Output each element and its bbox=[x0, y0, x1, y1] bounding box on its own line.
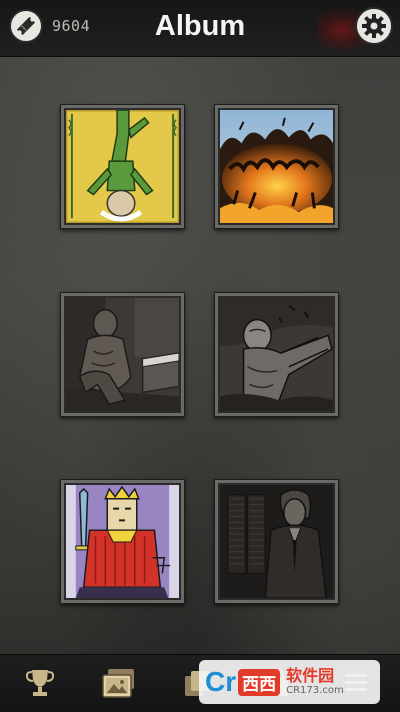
top-bar: 9604 Album bbox=[0, 0, 400, 57]
watermark-badge-text: 西西 bbox=[238, 668, 281, 696]
watermark-title: 软件园 bbox=[286, 666, 335, 685]
man-in-suit-card[interactable] bbox=[214, 479, 339, 604]
king-illustration bbox=[66, 485, 179, 598]
seated-prisoner-illustration bbox=[66, 298, 179, 411]
man-in-suit-illustration bbox=[220, 485, 333, 598]
fallen-man-illustration bbox=[220, 298, 333, 411]
trophy-icon bbox=[25, 670, 55, 696]
watermark-badge: Cr 西西 软件园 CR173.com bbox=[199, 660, 380, 704]
fallen-man-card[interactable] bbox=[214, 292, 339, 417]
gear-icon bbox=[362, 14, 386, 38]
king-card[interactable] bbox=[60, 479, 185, 604]
nav-trophy[interactable] bbox=[18, 663, 62, 703]
seated-prisoner-card[interactable] bbox=[60, 292, 185, 417]
settings-button[interactable] bbox=[355, 7, 393, 45]
watermark-logo: Cr bbox=[205, 666, 237, 697]
explosion-illustration bbox=[220, 110, 333, 223]
watermark-url: CR173.com bbox=[286, 685, 344, 696]
nav-album[interactable] bbox=[97, 663, 141, 703]
explosion-card[interactable] bbox=[214, 104, 339, 229]
album-icon bbox=[102, 669, 134, 698]
watermark-text-group: 软件园 CR173.com bbox=[286, 667, 344, 697]
hanged-man-illustration bbox=[66, 110, 179, 223]
hanged-man-card[interactable] bbox=[60, 104, 185, 229]
